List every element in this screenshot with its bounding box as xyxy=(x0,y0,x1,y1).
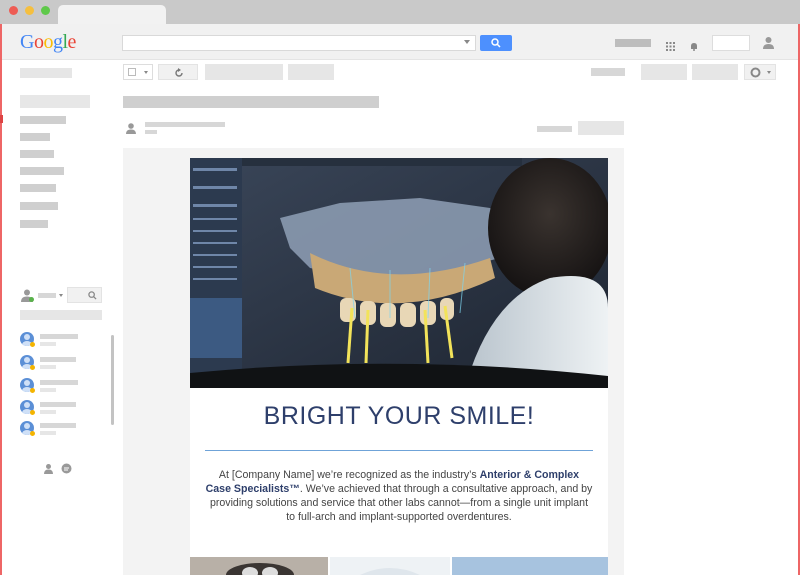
email-subject xyxy=(123,96,379,108)
bell-icon[interactable] xyxy=(690,38,698,51)
sidebar-scrollbar[interactable] xyxy=(111,335,114,425)
search-icon xyxy=(88,291,97,300)
sender-avatar-icon xyxy=(125,121,137,134)
sidebar-item-inbox[interactable] xyxy=(20,116,66,124)
sidebar-item-circles[interactable] xyxy=(20,202,58,210)
close-window-button[interactable] xyxy=(9,6,18,15)
status-dot-icon xyxy=(30,388,35,393)
email-headline: BRIGHT YOUR SMILE! xyxy=(263,402,535,430)
contact-item[interactable] xyxy=(20,331,110,349)
search-options-icon[interactable] xyxy=(464,40,470,44)
labels-button[interactable] xyxy=(288,64,334,80)
active-folder-marker xyxy=(0,115,3,123)
contact-name xyxy=(40,423,76,428)
contact-name xyxy=(40,357,76,362)
grid-icon[interactable] xyxy=(666,38,675,51)
status-dot-icon xyxy=(30,365,35,370)
contact-status xyxy=(40,342,56,346)
settings-button[interactable] xyxy=(744,64,776,80)
contact-name xyxy=(40,334,78,339)
chat-icon[interactable] xyxy=(61,461,72,474)
account-icon[interactable] xyxy=(762,36,775,49)
contact-status xyxy=(40,431,56,435)
chevron-down-icon xyxy=(767,71,771,74)
mail-menu-dropdown[interactable] xyxy=(20,68,72,78)
logo-letter: o xyxy=(43,31,53,53)
compose-button[interactable] xyxy=(20,95,90,108)
email-body-text: At [Company Name] we’re recognized as th… xyxy=(205,468,593,524)
logo-letter: G xyxy=(20,31,34,53)
refresh-button[interactable] xyxy=(158,64,198,80)
contact-name xyxy=(40,380,78,385)
chat-search-button[interactable] xyxy=(67,287,102,303)
user-name-placeholder[interactable] xyxy=(615,39,651,47)
refresh-icon xyxy=(175,68,183,77)
chevron-down-icon[interactable] xyxy=(59,294,63,297)
browser-tab[interactable] xyxy=(58,5,166,24)
checkbox-icon xyxy=(128,68,136,76)
thumbnail-image xyxy=(190,557,328,575)
contact-item[interactable] xyxy=(20,377,110,395)
select-checkbox-dropdown[interactable] xyxy=(123,64,153,80)
recipient-line xyxy=(145,130,157,134)
status-dot-icon xyxy=(30,431,35,436)
search-input[interactable] xyxy=(122,35,476,51)
settings-icon xyxy=(750,67,761,78)
sidebar-item-more[interactable] xyxy=(20,220,48,228)
status-dot-icon xyxy=(30,342,35,347)
google-logo[interactable]: Google xyxy=(20,31,76,54)
thumbnail-image xyxy=(452,557,608,575)
headline-divider xyxy=(205,450,593,451)
contact-name xyxy=(40,402,76,407)
contact-status xyxy=(40,410,56,414)
contact-item[interactable] xyxy=(20,354,110,372)
search-icon xyxy=(491,38,501,48)
sidebar-item-starred[interactable] xyxy=(20,133,50,141)
thumbnail-image xyxy=(330,557,450,575)
person-icon[interactable] xyxy=(43,461,54,474)
logo-letter: e xyxy=(67,31,77,53)
contact-item[interactable] xyxy=(20,420,110,438)
logo-text: Google xyxy=(20,31,76,53)
older-button[interactable] xyxy=(641,64,687,80)
chat-status-avatar[interactable] xyxy=(20,288,34,302)
chat-user-name[interactable] xyxy=(38,293,56,298)
status-dot-icon xyxy=(30,410,35,415)
body-intro: At [Company Name] we’re recognized as th… xyxy=(218,469,480,481)
maximize-window-button[interactable] xyxy=(41,6,50,15)
chevron-down-icon xyxy=(144,71,148,74)
sender-name xyxy=(145,122,225,127)
share-button[interactable] xyxy=(712,35,750,51)
newer-button[interactable] xyxy=(692,64,738,80)
pagination-text xyxy=(591,68,625,76)
sidebar-item-important[interactable] xyxy=(20,150,54,158)
hero-image xyxy=(190,158,608,388)
more-actions-button[interactable] xyxy=(205,64,283,80)
sidebar-item-drafts[interactable] xyxy=(20,184,56,192)
message-date xyxy=(537,126,572,132)
contact-item[interactable] xyxy=(20,399,110,417)
contact-status xyxy=(40,388,56,392)
sidebar-item-sent[interactable] xyxy=(20,167,64,175)
search-button[interactable] xyxy=(480,35,512,51)
chat-search-input[interactable] xyxy=(20,310,102,320)
minimize-window-button[interactable] xyxy=(25,6,34,15)
reply-button[interactable] xyxy=(578,121,624,135)
contact-status xyxy=(40,365,56,369)
